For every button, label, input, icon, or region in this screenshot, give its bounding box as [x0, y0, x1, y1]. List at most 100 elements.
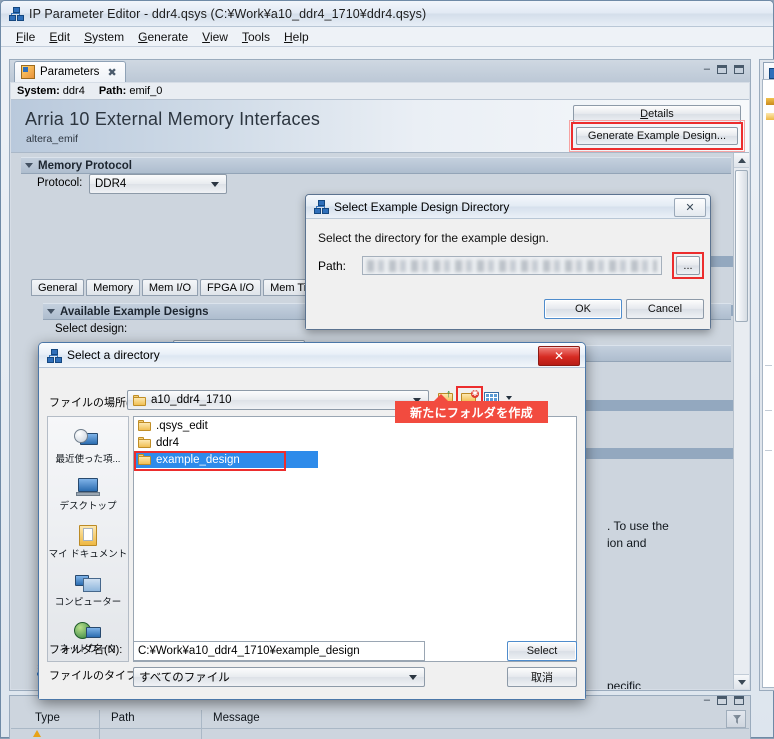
system-path-line: System: ddr4 Path: emif_0	[11, 83, 749, 100]
parameter-tabs: General Memory Mem I/O FPGA I/O Mem Timi…	[31, 279, 337, 296]
select-a-directory-dialog: Select a directory ✕ ファイルの場所(I): a10_ddr…	[38, 342, 586, 700]
column-header-message[interactable]: Message	[213, 712, 260, 724]
browse-button[interactable]: ...	[676, 256, 700, 275]
scroll-down-button[interactable]	[734, 674, 749, 689]
menu-item-tools[interactable]: Tools	[235, 28, 277, 46]
chevron-down-icon[interactable]	[506, 396, 512, 400]
title-bar: IP Parameter Editor - ddr4.qsys (C:¥Work…	[1, 1, 773, 27]
filter-icon[interactable]	[726, 710, 746, 728]
messages-header: Type Path Message	[11, 710, 749, 729]
place-desktop[interactable]: デスクトップ	[48, 471, 128, 519]
path-input[interactable]	[362, 256, 662, 275]
background-text-2: pecificustom	[607, 678, 641, 689]
tab-general[interactable]: General	[31, 279, 84, 296]
parameters-scrollbar[interactable]	[733, 153, 749, 689]
column-divider-1[interactable]	[99, 710, 100, 728]
cancel-button[interactable]: Cancel	[626, 299, 704, 319]
column-header-type[interactable]: Type	[35, 712, 60, 724]
menu-item-file[interactable]: File	[9, 28, 42, 46]
place-computer[interactable]: コンピューター	[48, 566, 128, 614]
dialog-body: Select the directory for the example des…	[306, 219, 710, 329]
place-label: 最近使った項...	[56, 455, 121, 465]
system-label: System:	[17, 85, 60, 97]
place-label: マイ ドキュメント	[49, 550, 128, 560]
chevron-down-icon	[211, 182, 219, 187]
list-item[interactable]: ddr4	[134, 434, 576, 451]
protocol-value: DDR4	[95, 178, 126, 190]
file-type-dropdown[interactable]: すべてのファイル	[133, 667, 425, 687]
restore-icon[interactable]	[717, 65, 727, 74]
scroll-up-button[interactable]	[734, 153, 749, 168]
list-icon	[769, 68, 774, 79]
protocol-select[interactable]: DDR4	[89, 174, 227, 194]
memory-protocol-group-header[interactable]: Memory Protocol	[21, 157, 731, 174]
ip-subtitle: altera_emif	[26, 133, 78, 145]
place-recent-items[interactable]: 最近使った項...	[48, 423, 128, 471]
menu-item-view[interactable]: View	[195, 28, 235, 46]
memory-protocol-label: Memory Protocol	[38, 160, 132, 172]
close-icon[interactable]: ✕	[538, 346, 580, 366]
menu-item-edit[interactable]: Edit	[42, 28, 77, 46]
place-my-documents[interactable]: マイ ドキュメント	[48, 518, 128, 566]
maximize-icon[interactable]	[734, 65, 744, 74]
column-divider-2[interactable]	[201, 710, 202, 728]
minimize-icon[interactable]: –	[704, 694, 710, 706]
annotation-text: 新たにフォルダを作成	[410, 404, 533, 421]
annotation-balloon: 新たにフォルダを作成	[395, 401, 548, 423]
scrollbar-thumb[interactable]	[735, 170, 748, 322]
background-text-1: . To use theion and	[607, 518, 669, 552]
close-icon[interactable]: ✕	[674, 198, 706, 217]
tab-memory[interactable]: Memory	[86, 279, 140, 296]
parameters-tab-icon	[21, 65, 35, 79]
menu-item-system[interactable]: System	[77, 28, 131, 46]
tab-parameters[interactable]: Parameters ✖	[14, 61, 126, 82]
select-button[interactable]: Select	[507, 641, 577, 661]
tab-parameters-label: Parameters	[40, 66, 99, 78]
messages-pane: – Type Path Message	[9, 695, 751, 739]
recent-items-icon	[74, 429, 102, 453]
dialog-title: Select Example Design Directory	[334, 200, 509, 214]
minimize-icon[interactable]: –	[704, 64, 710, 74]
chevron-down-icon	[47, 309, 55, 314]
generate-example-design-button[interactable]: Generate Example Design...	[576, 127, 738, 145]
look-in-value: a10_ddr4_1710	[151, 394, 232, 406]
folder-name-label: フォルダ名(N):	[49, 641, 122, 657]
restore-icon[interactable]	[717, 696, 727, 705]
right-dock-panel[interactable]	[759, 59, 774, 691]
column-header-path[interactable]: Path	[111, 712, 135, 724]
list-item-label: ddr4	[156, 437, 179, 449]
hierarchy-icon	[314, 200, 327, 213]
list-item-label: .qsys_edit	[156, 420, 208, 432]
right-dock-tab[interactable]	[763, 62, 774, 79]
protocol-label: Protocol:	[37, 177, 82, 189]
panel-window-controls: –	[704, 64, 744, 74]
available-designs-label: Available Example Designs	[60, 306, 209, 318]
look-in-dropdown[interactable]: a10_ddr4_1710	[127, 390, 429, 410]
dialog-description: Select the directory for the example des…	[318, 231, 549, 245]
ip-header: Arria 10 External Memory Interfaces alte…	[11, 100, 749, 153]
path-value: emif_0	[129, 85, 162, 97]
select-design-label: Select design:	[55, 323, 127, 335]
tab-fpga-io[interactable]: FPGA I/O	[200, 279, 261, 296]
select-example-design-directory-dialog: Select Example Design Directory ✕ Select…	[305, 194, 711, 330]
ok-button[interactable]: OK	[544, 299, 622, 319]
close-icon[interactable]: ✖	[107, 66, 116, 79]
chevron-down-icon	[25, 163, 33, 168]
menu-item-generate[interactable]: Generate	[131, 28, 195, 46]
maximize-icon[interactable]	[734, 696, 744, 705]
cancel-button[interactable]: 取消	[507, 667, 577, 687]
chevron-down-icon	[738, 680, 746, 685]
warning-icon	[33, 730, 41, 737]
place-label: デスクトップ	[59, 502, 116, 512]
right-dock-divider-1	[765, 365, 772, 366]
file-list[interactable]: .qsys_edit ddr4 example_design	[133, 416, 577, 662]
chevron-up-icon	[738, 158, 746, 163]
menu-item-help[interactable]: Help	[277, 28, 316, 46]
computer-icon	[74, 572, 102, 596]
file-type-value: すべてのファイル	[139, 669, 230, 685]
redacted-path-text	[367, 260, 657, 272]
folder-name-input[interactable]: C:¥Work¥a10_ddr4_1710¥example_design	[133, 641, 425, 661]
dialog-title-bar: Select a directory ✕	[39, 343, 585, 368]
tab-mem-io[interactable]: Mem I/O	[142, 279, 198, 296]
window-title: IP Parameter Editor - ddr4.qsys (C:¥Work…	[29, 7, 426, 21]
